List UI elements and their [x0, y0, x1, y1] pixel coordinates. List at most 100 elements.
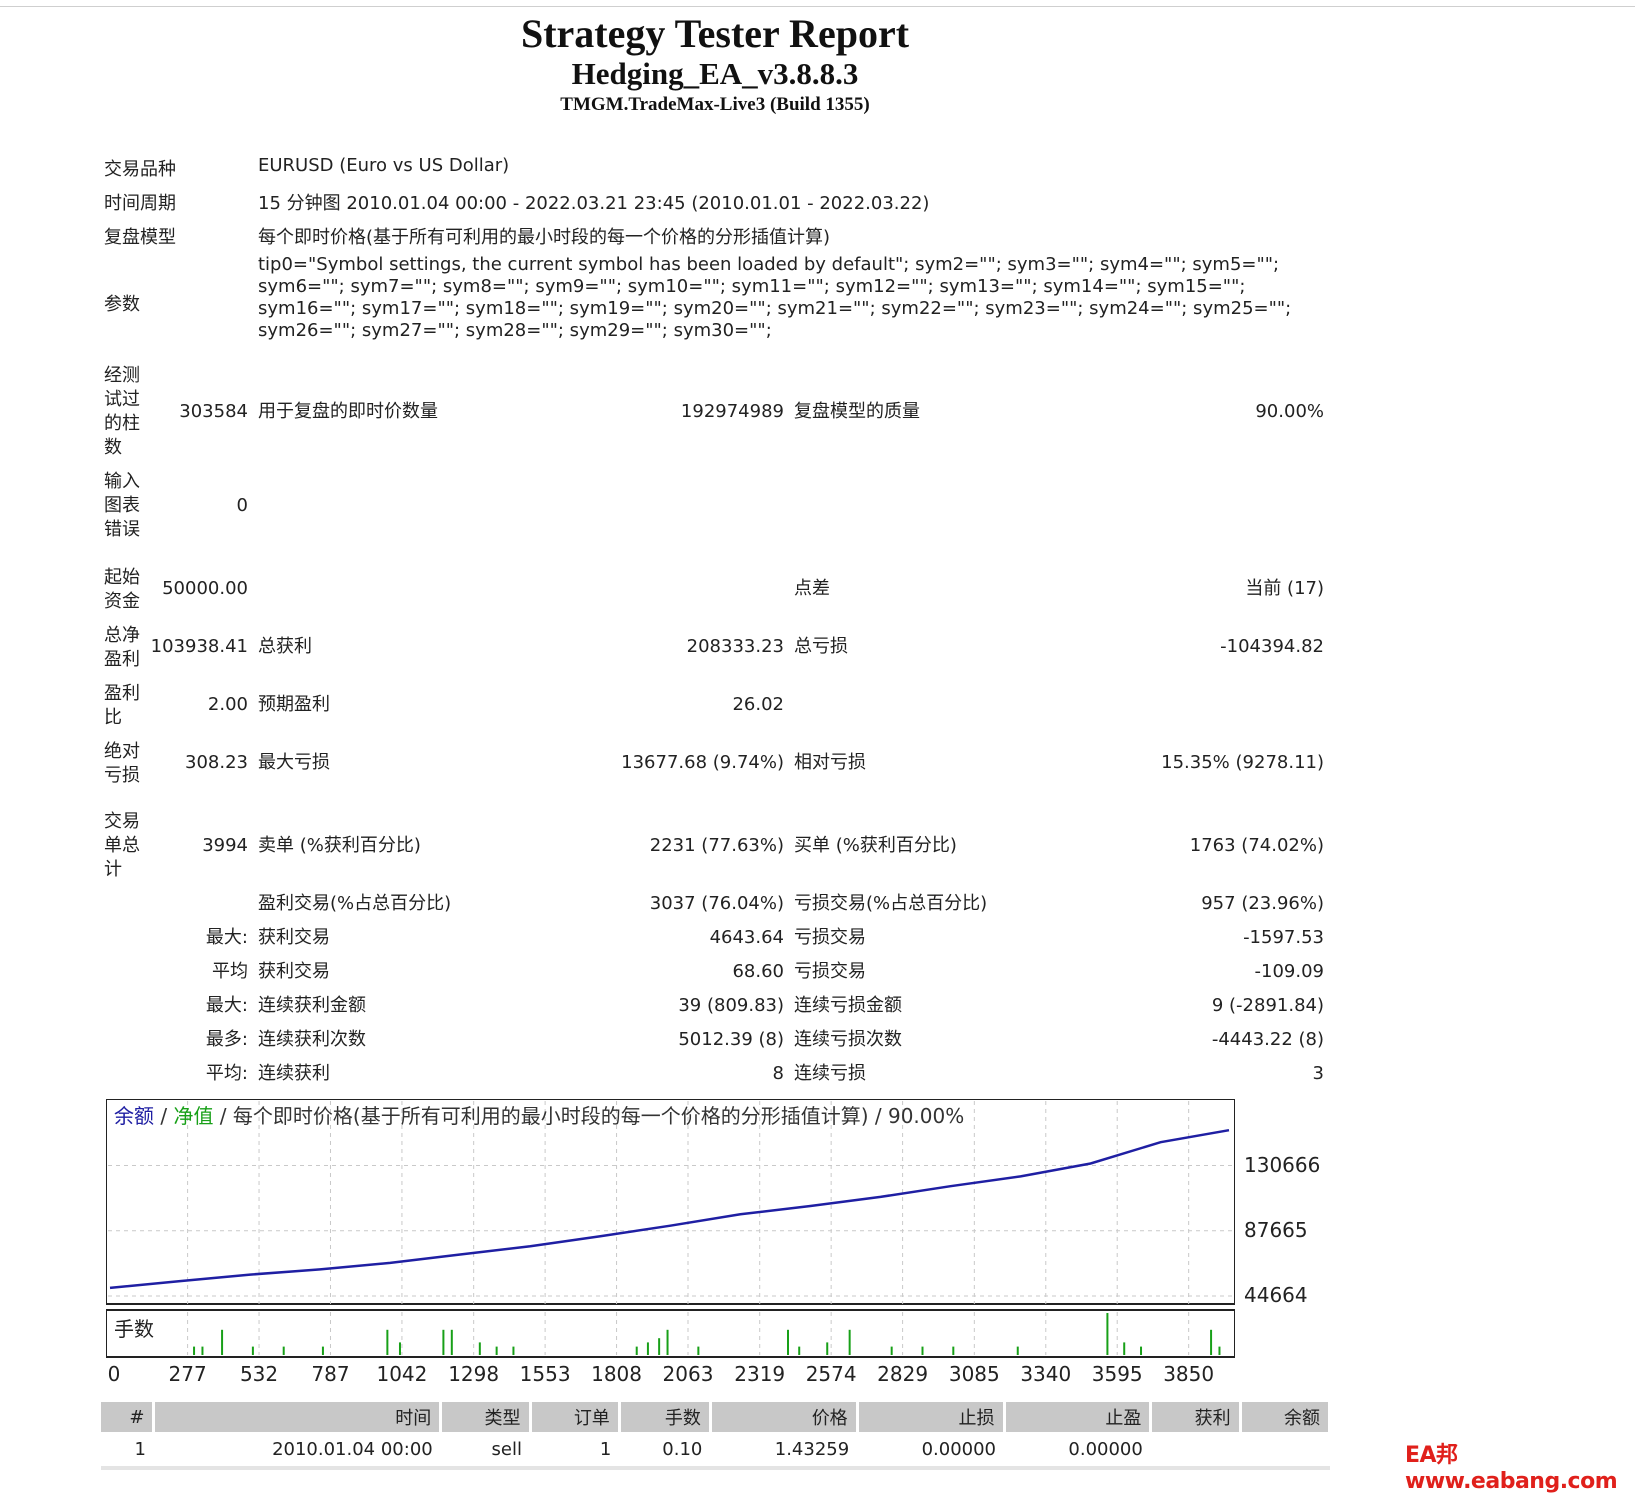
- maximal-losses-label: 连续亏损次数: [794, 1029, 902, 1050]
- average-loss-value: -109.09: [1254, 961, 1324, 982]
- model-value: 每个即时价格(基于所有可利用的最小时段的每一个价格的分形插值计算): [258, 227, 831, 248]
- server-build: TMGM.TradeMax-Live3 (Build 1355): [560, 94, 870, 115]
- x-tick-label: 1553: [519, 1362, 571, 1386]
- average-loss-label: 亏损交易: [794, 961, 866, 982]
- trades-column-header: #: [101, 1402, 156, 1432]
- x-tick-label: 532: [239, 1362, 279, 1386]
- avg-consecutive-losses-label: 连续亏损: [794, 1063, 866, 1084]
- legend-equity: 净值: [173, 1104, 213, 1128]
- table-cell: 1: [134, 1438, 146, 1460]
- x-tick-label: 277: [168, 1362, 207, 1386]
- gross-profit-label: 总获利: [258, 636, 312, 657]
- largest-prefix: 最大:: [205, 927, 248, 948]
- profit-trades-value: 3037 (76.04%): [649, 893, 784, 914]
- largest-loss-value: -1597.53: [1243, 927, 1324, 948]
- table-cell: [1240, 1432, 1329, 1466]
- table-cell: [1151, 1432, 1240, 1466]
- x-tick-label: 1042: [376, 1362, 428, 1386]
- expected-payoff-value: 26.02: [732, 694, 784, 715]
- x-tick-label: 2829: [877, 1362, 929, 1386]
- period-label: 时间周期: [104, 193, 176, 214]
- trades-column-header: 类型: [440, 1402, 532, 1432]
- avg-consecutive-wins-value: 8: [772, 1063, 784, 1084]
- x-tick-label: 3595: [1091, 1362, 1143, 1386]
- y-tick-label: 87665: [1244, 1217, 1308, 1242]
- maximal-wins-value: 5012.39 (8): [678, 1029, 784, 1050]
- period-value: 15 分钟图 2010.01.04 00:00 - 2022.03.21 23:…: [258, 193, 930, 214]
- table-row: 1 2010.01.04 00:00 sell 1 0.10 1.43259 0.00000…: [101, 1432, 1330, 1466]
- chart-legend: 余额 / 净值 / 每个即时价格(基于所有可利用的最小时段的每一个价格的分形插值…: [114, 1104, 964, 1128]
- largest-profit-label: 获利交易: [258, 927, 330, 948]
- expected-payoff-label: 预期盈利: [258, 694, 330, 715]
- model-label: 复盘模型: [104, 227, 176, 248]
- x-tick-label: 3850: [1163, 1362, 1215, 1386]
- spread-label: 点差: [794, 578, 830, 599]
- errors-label: 输入图表错误: [104, 471, 140, 540]
- volume-label: 手数: [114, 1317, 154, 1341]
- table-cell: 2010.01.04 00:00: [272, 1438, 433, 1460]
- max-consecutive-losses-label: 连续亏损金额: [794, 995, 902, 1016]
- report-title: Strategy Tester Report: [520, 11, 910, 56]
- total-trades-value: 3994: [202, 835, 248, 856]
- max-drawdown-label: 最大亏损: [258, 752, 330, 773]
- table-cell: 1: [599, 1438, 612, 1460]
- table-cell: sell: [491, 1438, 523, 1460]
- abs-drawdown-value: 308.23: [185, 752, 248, 773]
- x-axis: 0 277 532 787 1042 1298 1553 1808 2063 2319 2574 28…: [0, 1362, 1260, 1392]
- deposit-label: 起始资金: [104, 567, 140, 612]
- profit-factor-label: 盈利比: [104, 683, 140, 728]
- legend-balance: 余额: [114, 1104, 154, 1128]
- x-tick-label: 2063: [662, 1362, 714, 1386]
- profit-factor-value: 2.00: [207, 694, 248, 715]
- trades-column-header: 订单: [530, 1402, 621, 1432]
- table-divider-cell: [101, 1466, 1330, 1470]
- ea-name: Hedging_EA_v3.8.8.3: [571, 56, 859, 91]
- total-trades-label: 交易单总计: [104, 811, 140, 880]
- max-consecutive-wins-value: 39 (809.83): [678, 995, 784, 1016]
- rel-drawdown-label: 相对亏损: [794, 752, 866, 773]
- bars-label: 经测试过的柱数: [104, 365, 140, 458]
- maximal-prefix: 最多:: [205, 1029, 248, 1050]
- spread-value: 当前 (17): [1245, 578, 1324, 599]
- x-tick-label: 0: [107, 1362, 121, 1386]
- trades-column-header: 手数: [619, 1402, 712, 1432]
- volume-plot-frame: [106, 1309, 1235, 1358]
- ticks-value: 192974989: [680, 401, 784, 422]
- largest-profit-value: 4643.64: [709, 927, 784, 948]
- trades-column-header: 余额: [1240, 1402, 1332, 1432]
- trades-table: # 时间 类型 订单 手数 价格 止损 止盈 获利 余额 1 2010.01.04 00:00 sel…: [101, 1402, 1332, 1470]
- trades-column-header: 时间: [153, 1402, 443, 1432]
- max-drawdown-value: 13677.68 (9.74%): [621, 752, 784, 773]
- deposit-value: 50000.00: [162, 578, 248, 599]
- legend-description: / 每个即时价格(基于所有可利用的最小时段的每一个价格的分形插值计算) / 90…: [213, 1104, 964, 1128]
- legend-separator: /: [154, 1104, 173, 1128]
- short-positions-label: 卖单 (%获利百分比): [258, 835, 421, 856]
- net-profit-value: 103938.41: [150, 636, 248, 657]
- balance-chart: 余额 / 净值 / 每个即时价格(基于所有可利用的最小时段的每一个价格的分形插值…: [106, 1099, 1235, 1358]
- table-cell: 1.43259: [774, 1438, 850, 1460]
- errors-value: 0: [236, 495, 248, 516]
- max-consecutive-prefix: 最大:: [205, 995, 248, 1016]
- average-prefix: 平均: [212, 961, 248, 982]
- quality-value: 90.00%: [1255, 401, 1324, 422]
- x-tick-label: 1298: [448, 1362, 500, 1386]
- rel-drawdown-value: 15.35% (9278.11): [1161, 752, 1324, 773]
- profit-trades-label: 盈利交易(%占总百分比): [258, 893, 452, 914]
- long-positions-value: 1763 (74.02%): [1189, 835, 1324, 856]
- symbol-value: EURUSD (Euro vs US Dollar): [258, 155, 510, 176]
- y-tick-label: 130666: [1244, 1152, 1321, 1177]
- max-consecutive-wins-label: 连续获利金额: [258, 995, 366, 1016]
- x-tick-label: 2319: [734, 1362, 786, 1386]
- trades-column-header: 止盈: [1004, 1402, 1153, 1432]
- params-label: 参数: [104, 294, 140, 315]
- x-tick-label: 1808: [591, 1362, 642, 1386]
- params-value: tip0="Symbol settings, the current symbo…: [258, 254, 1292, 341]
- average-profit-value: 68.60: [732, 961, 784, 982]
- maximal-losses-value: -4443.22 (8): [1211, 1029, 1324, 1050]
- watermark-logo: EA邦www.eabang.com: [1405, 1443, 1618, 1494]
- avg-consecutive-losses-value: 3: [1312, 1063, 1324, 1084]
- short-positions-value: 2231 (77.63%): [649, 835, 784, 856]
- quality-label: 复盘模型的质量: [794, 401, 920, 422]
- trades-column-header: 价格: [710, 1402, 859, 1432]
- largest-loss-label: 亏损交易: [794, 927, 866, 948]
